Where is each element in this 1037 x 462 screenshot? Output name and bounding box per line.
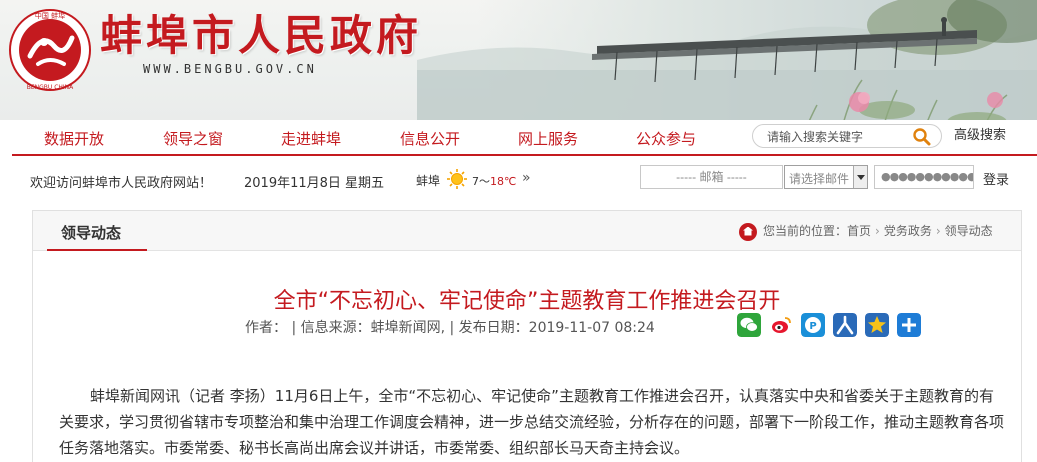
nav-item-public-participation[interactable]: 公众参与 [636,128,696,149]
breadcrumb: 您当前的位置：首页 › 党务政务 › 领导动态 [739,222,993,241]
nav-item-online-service[interactable]: 网上服务 [518,128,578,149]
home-icon[interactable] [739,222,757,241]
favorite-icon[interactable] [865,313,889,337]
current-date: 2019年11月8日 星期五 [244,176,385,191]
breadcrumb-separator: › [875,224,880,238]
breadcrumb-home[interactable]: 首页 [847,224,871,238]
city-logo[interactable]: 中国 蚌埠 BENGBU CHINA [8,8,92,92]
breadcrumb-separator: › [935,224,941,238]
article-title: 全市“不忘初心、牢记使命”主题教育工作推进会召开 [273,289,781,314]
more-share-icon[interactable] [897,313,921,337]
article-body: 蚌埠新闻网讯（记者 李扬）11月6日上午，全市“不忘初心、牢记使命”主题教育工作… [59,387,1005,457]
nav-item-data-open[interactable]: 数据开放 [44,128,104,149]
svg-text:P: P [809,321,816,332]
weather-more-icon[interactable]: » [522,170,531,186]
nav-item-about-bengbu[interactable]: 走进蚌埠 [281,128,341,149]
header-banner: 中国 蚌埠 BENGBU CHINA 蚌埠市人民政府 WWW.BENGBU.GO… [0,0,1037,120]
site-title[interactable]: 蚌埠市人民政府 [100,10,422,62]
logo-text-top: 中国 蚌埠 [35,11,65,20]
weather-city: 蚌埠 [416,174,441,188]
chevron-down-icon[interactable] [853,166,867,188]
weather-temperature: 7～18℃ [472,175,517,188]
advanced-search-link[interactable]: 高级搜索 [954,124,1006,143]
password-field[interactable]: ●●●●●●●●●●●●●● [874,165,974,189]
tab-leader-news[interactable]: 领导动态 [47,211,147,251]
search-box [752,124,942,148]
wechat-icon[interactable] [737,313,761,337]
mailbox-input[interactable]: ----- 邮箱 ----- [640,165,783,189]
weibo-icon[interactable] [769,313,793,337]
mail-select-value: 请选择邮件 [789,172,850,186]
breadcrumb-party-affairs[interactable]: 党务政务 [884,224,932,238]
site-url: WWW.BENGBU.GOV.CN [143,62,317,76]
nav-item-info-disclosure[interactable]: 信息公开 [400,128,460,149]
welcome-text: 欢迎访问蚌埠市人民政府网站！ [30,176,213,191]
info-bar: 欢迎访问蚌埠市人民政府网站！ 2019年11月8日 星期五 蚌埠 7～18℃ »… [12,154,1037,200]
login-button[interactable]: 登录 [983,169,1009,188]
breadcrumb-leader-news[interactable]: 领导动态 [945,224,993,238]
panel-header: 领导动态 您当前的位置：首页 › 党务政务 › 领导动态 [33,211,1021,251]
tencent-weibo-icon[interactable]: P [801,313,825,337]
search-icon[interactable] [911,127,933,147]
tab-label: 领导动态 [61,224,122,242]
search-input[interactable] [767,128,907,146]
breadcrumb-prefix: 您当前的位置： [763,224,848,238]
banner-scenery-image [417,0,1037,120]
sunny-icon [447,169,467,189]
renren-icon[interactable] [833,313,857,337]
content-panel: 领导动态 您当前的位置：首页 › 党务政务 › 领导动态 全市“不忘初心、牢记使命”主题… [32,210,1022,462]
logo-text-bottom: BENGBU CHINA [27,84,74,91]
nav-item-leaders[interactable]: 领导之窗 [163,128,223,149]
mail-domain-select[interactable]: 请选择邮件 [784,165,868,189]
article-meta: 作者： | 信息来源：蚌埠新闻网, | 发布日期：2019-11-07 08:2… [245,320,655,336]
